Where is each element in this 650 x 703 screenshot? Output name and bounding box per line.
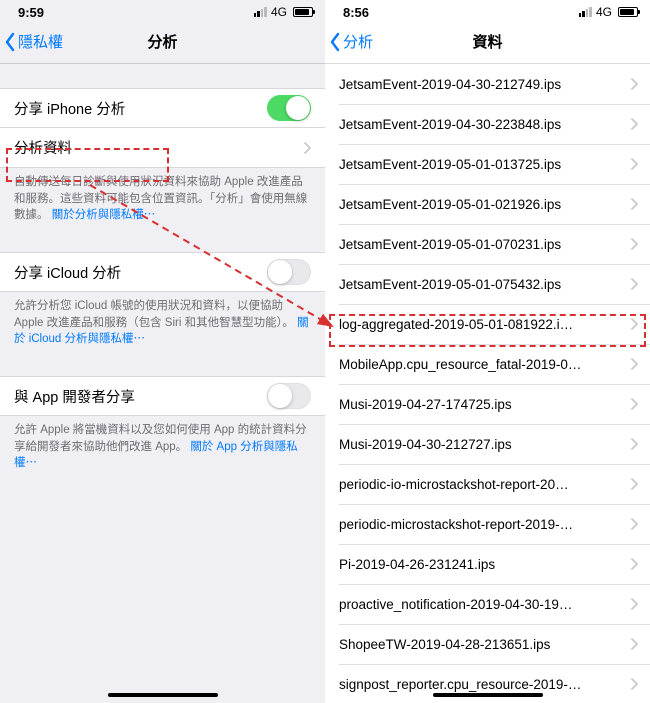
network-label: 4G [271,5,287,19]
file-name: JetsamEvent-2019-05-01-013725.ips [339,157,622,172]
chevron-left-icon [329,32,341,52]
analytics-file-list[interactable]: JetsamEvent-2019-04-30-212749.ips JetsamE… [325,64,650,703]
list-item[interactable]: Musi-2019-04-27-174725.ips [325,384,650,424]
file-name: periodic-io-microstackshot-report-20… [339,477,622,492]
chevron-right-icon [630,358,638,370]
list-item[interactable]: ShopeeTW-2019-04-28-213651.ips [325,624,650,664]
file-name: Musi-2019-04-27-174725.ips [339,397,622,412]
back-button[interactable]: 分析 [329,31,373,52]
list-item[interactable]: periodic-microstackshot-report-2019-… [325,504,650,544]
cell-label: 與 App 開發者分享 [14,386,135,407]
chevron-left-icon [4,32,16,52]
cell-label: 分享 iCloud 分析 [14,262,121,283]
home-indicator[interactable] [108,693,218,697]
status-time: 8:56 [343,5,369,20]
chevron-right-icon [303,142,311,154]
chevron-right-icon [630,638,638,650]
link-about-analytics[interactable]: 關於分析與隱私權⋯ [52,209,156,221]
status-right: 4G [254,5,313,19]
cell-share-iphone-analytics[interactable]: 分享 iPhone 分析 [0,88,325,128]
chevron-right-icon [630,318,638,330]
file-name: JetsamEvent-2019-05-01-021926.ips [339,197,622,212]
chevron-right-icon [630,118,638,130]
chevron-right-icon [630,398,638,410]
file-name: JetsamEvent-2019-05-01-070231.ips [339,237,622,252]
list-item[interactable]: periodic-io-microstackshot-report-20… [325,464,650,504]
cell-share-icloud-analytics[interactable]: 分享 iCloud 分析 [0,252,325,292]
list-item[interactable]: JetsamEvent-2019-04-30-223848.ips [325,104,650,144]
chevron-right-icon [630,238,638,250]
signal-bars-icon [254,7,267,17]
nav-title: 資料 [472,31,502,52]
list-item[interactable]: JetsamEvent-2019-04-30-212749.ips [325,64,650,104]
file-name: ShopeeTW-2019-04-28-213651.ips [339,637,622,652]
nav-bar: 分析 資料 [325,20,650,64]
back-label: 隱私權 [18,31,63,52]
footer-text: 允許分析您 iCloud 帳號的使用狀況和資料，以便協助 Apple 改進產品和… [0,292,325,348]
switch-share-iphone[interactable] [267,95,311,121]
file-name: signpost_reporter.cpu_resource-2019-… [339,677,622,692]
file-name: MobileApp.cpu_resource_fatal-2019-0… [339,357,622,372]
chevron-right-icon [630,78,638,90]
chevron-right-icon [630,438,638,450]
chevron-right-icon [630,558,638,570]
file-name: periodic-microstackshot-report-2019-… [339,517,622,532]
status-right: 4G [579,5,638,19]
list-item[interactable]: JetsamEvent-2019-05-01-013725.ips [325,144,650,184]
list-item[interactable]: MobileApp.cpu_resource_fatal-2019-0… [325,344,650,384]
chevron-right-icon [630,158,638,170]
group-share-iphone: 分享 iPhone 分析 分析資料 自動傳送每日診斷與使用狀況資料來協助 App… [0,88,325,224]
cell-analytics-data[interactable]: 分析資料 [0,128,325,168]
status-time: 9:59 [18,5,44,20]
cell-label: 分享 iPhone 分析 [14,98,125,119]
file-name: JetsamEvent-2019-05-01-075432.ips [339,277,622,292]
network-label: 4G [596,5,612,19]
settings-analytics-screen: 9:59 4G 隱私權 分析 分享 iPhone 分析 分析資料 [0,0,325,703]
group-share-developers: 與 App 開發者分享 允許 Apple 將當機資料以及您如何使用 App 的統… [0,376,325,472]
list-item[interactable]: signpost_reporter.cpu_resource-2019-… [325,664,650,703]
list-item[interactable]: log-aggregated-2019-05-01-081922.i… [325,304,650,344]
file-name: Musi-2019-04-30-212727.ips [339,437,622,452]
status-bar: 9:59 4G [0,0,325,20]
file-name: Pi-2019-04-26-231241.ips [339,557,622,572]
cell-label: 分析資料 [14,137,72,158]
nav-bar: 隱私權 分析 [0,20,325,64]
signal-bars-icon [579,7,592,17]
switch-share-developers[interactable] [267,383,311,409]
file-name: JetsamEvent-2019-04-30-223848.ips [339,117,622,132]
file-name: proactive_notification-2019-04-30-19… [339,597,622,612]
group-share-icloud: 分享 iCloud 分析 允許分析您 iCloud 帳號的使用狀況和資料，以便協… [0,252,325,348]
back-label: 分析 [343,31,373,52]
list-item[interactable]: JetsamEvent-2019-05-01-070231.ips [325,224,650,264]
home-indicator[interactable] [433,693,543,697]
switch-share-icloud[interactable] [267,259,311,285]
file-name: log-aggregated-2019-05-01-081922.i… [339,317,622,332]
analytics-data-list-screen: 8:56 4G 分析 資料 JetsamEvent-2019-04-30-212… [325,0,650,703]
list-item[interactable]: JetsamEvent-2019-05-01-021926.ips [325,184,650,224]
list-item[interactable]: Pi-2019-04-26-231241.ips [325,544,650,584]
nav-title: 分析 [147,31,177,52]
chevron-right-icon [630,478,638,490]
chevron-right-icon [630,198,638,210]
list-item[interactable]: Musi-2019-04-30-212727.ips [325,424,650,464]
cell-share-with-developers[interactable]: 與 App 開發者分享 [0,376,325,416]
status-bar: 8:56 4G [325,0,650,20]
chevron-right-icon [630,598,638,610]
chevron-right-icon [630,518,638,530]
back-button[interactable]: 隱私權 [4,31,63,52]
list-item[interactable]: JetsamEvent-2019-05-01-075432.ips [325,264,650,304]
chevron-right-icon [630,278,638,290]
footer-text: 允許 Apple 將當機資料以及您如何使用 App 的統計資料分享給開發者來協助… [0,416,325,472]
list-item[interactable]: proactive_notification-2019-04-30-19… [325,584,650,624]
battery-icon [618,7,638,17]
chevron-right-icon [630,678,638,690]
battery-icon [293,7,313,17]
file-name: JetsamEvent-2019-04-30-212749.ips [339,77,622,92]
footer-text: 自動傳送每日診斷與使用狀況資料來協助 Apple 改進產品和服務。這些資料可能包… [0,168,325,224]
